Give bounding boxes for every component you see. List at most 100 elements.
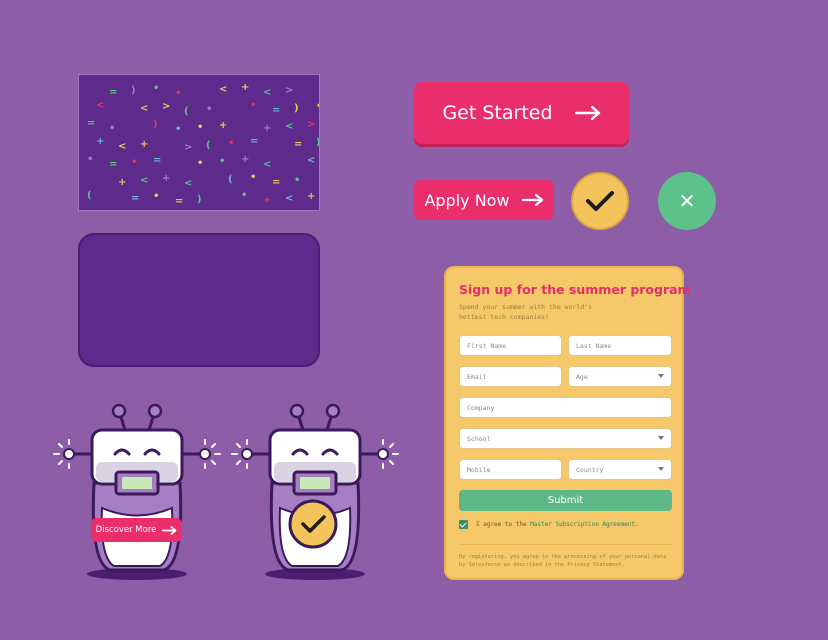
confetti-mark: ( — [228, 174, 233, 185]
confetti-mark: • — [175, 124, 182, 135]
confetti-mark: = — [109, 159, 118, 170]
divider — [459, 544, 672, 545]
last-name-placeholder: Last Name — [576, 341, 612, 350]
confetti-mark: ) — [131, 85, 136, 96]
confetti-mark: • — [153, 191, 160, 202]
confetti-mark: + — [241, 154, 250, 165]
form-subtitle: Spend your summer with the world's hotte… — [459, 303, 593, 321]
close-icon: ✕ — [678, 189, 696, 213]
confetti-mark: • — [153, 83, 160, 94]
confetti-mark: • — [197, 122, 204, 133]
email-field[interactable]: Email — [459, 366, 562, 387]
confetti-mark: • — [219, 156, 226, 167]
company-field[interactable]: Company — [459, 397, 672, 418]
confetti-mark: • — [228, 138, 235, 149]
form-title: Sign up for the summer program — [459, 282, 691, 297]
confetti-mark: < — [140, 175, 149, 186]
country-placeholder: Country — [576, 465, 604, 474]
confetti-mark: + — [162, 173, 171, 184]
robot-body — [53, 403, 221, 580]
confetti-mark: > — [184, 142, 193, 153]
apply-now-label: Apply Now — [424, 190, 510, 210]
right-arrow-icon — [521, 194, 543, 206]
right-arrow-icon — [162, 525, 177, 535]
first-name-placeholder: First Name — [467, 341, 507, 350]
confetti-mark: + — [140, 139, 149, 150]
confetti-mark: > — [285, 85, 294, 96]
confetti-mark: ( — [184, 106, 189, 117]
email-placeholder: Email — [467, 372, 487, 381]
confetti-mark: = — [272, 177, 281, 188]
discover-more-button[interactable]: Discover More — [91, 518, 182, 542]
last-name-field[interactable]: Last Name — [568, 335, 672, 356]
confetti-mark: > — [307, 119, 316, 130]
confetti-mark: = — [175, 196, 184, 207]
chevron-down-icon — [658, 374, 664, 378]
confetti-mark: < — [140, 103, 149, 114]
confetti-mark: + — [118, 177, 127, 188]
check-circle-button[interactable] — [571, 172, 629, 230]
chevron-down-icon — [658, 467, 664, 471]
school-select[interactable]: School — [459, 428, 672, 449]
school-placeholder: School — [467, 434, 491, 443]
confetti-mark: + — [263, 195, 272, 206]
first-name-field[interactable]: First Name — [459, 335, 562, 356]
signup-form: Sign up for the summer program Spend you… — [444, 266, 691, 580]
confetti-mark: = — [109, 87, 118, 98]
confetti-mark: < — [285, 121, 294, 132]
confetti-mark: + — [241, 82, 250, 93]
confetti-mark: ( — [87, 190, 92, 201]
agreement-suffix: . — [634, 521, 639, 528]
checkmark-badge — [288, 499, 338, 549]
confetti-mark: = — [294, 139, 303, 150]
confetti-mark: > — [162, 101, 171, 112]
company-placeholder: Company — [467, 403, 495, 412]
confetti-mark: ) — [294, 103, 299, 114]
age-select[interactable]: Age — [568, 366, 672, 387]
get-started-label: Get Started — [442, 102, 553, 124]
confetti-mark: • — [197, 158, 204, 169]
confetti-mark: • — [175, 88, 182, 99]
country-select[interactable]: Country — [568, 459, 672, 480]
confetti-mark: = — [250, 136, 259, 147]
submit-button[interactable]: Submit — [459, 490, 672, 511]
confetti-mark: + — [96, 136, 105, 147]
disclaimer-text: By registering, you agree to the process… — [459, 554, 667, 568]
mobile-field[interactable]: Mobile — [459, 459, 562, 480]
confetti-mark: • — [316, 102, 319, 112]
agree-checkbox[interactable] — [459, 520, 468, 529]
confetti-mark: < — [263, 87, 272, 98]
confetti-mark: ) — [153, 119, 158, 130]
confetti-mark: + — [263, 123, 272, 134]
agreement-link[interactable]: Master Subscription Agreement — [530, 521, 635, 528]
confetti-mark: < — [263, 159, 272, 170]
confetti-mark: • — [87, 154, 94, 165]
confetti-mark: + — [307, 191, 316, 202]
confetti-mark: < — [219, 84, 228, 95]
confetti-mark: • — [250, 172, 257, 183]
confetti-mark: = — [153, 155, 162, 166]
robot-illustration — [231, 403, 399, 580]
agreement-row: I agree to the Master Subscription Agree… — [459, 520, 639, 529]
apply-now-button[interactable]: Apply Now — [414, 180, 554, 220]
confetti-mark: • — [206, 104, 213, 115]
confetti-mark: • — [241, 190, 248, 201]
confetti-mark: + — [219, 120, 228, 131]
confetti-mark: < — [285, 193, 294, 204]
confetti-mark: • — [294, 175, 301, 186]
confetti-mark: < — [307, 155, 316, 166]
confetti-mark: = — [272, 105, 281, 116]
confetti-mark: • — [109, 123, 116, 134]
checkmark-icon — [586, 191, 614, 211]
confetti-mark: ) — [316, 138, 319, 148]
right-arrow-icon — [574, 106, 600, 120]
chevron-down-icon — [658, 436, 664, 440]
discover-more-label: Discover More — [95, 525, 157, 535]
age-placeholder: Age — [576, 372, 588, 381]
confetti-mark: ( — [206, 140, 211, 151]
mobile-placeholder: Mobile — [467, 465, 491, 474]
confetti-mark: • — [131, 157, 138, 168]
close-circle-button[interactable]: ✕ — [658, 172, 716, 230]
get-started-button[interactable]: Get Started — [414, 82, 629, 144]
confetti-mark: ) — [197, 194, 202, 205]
